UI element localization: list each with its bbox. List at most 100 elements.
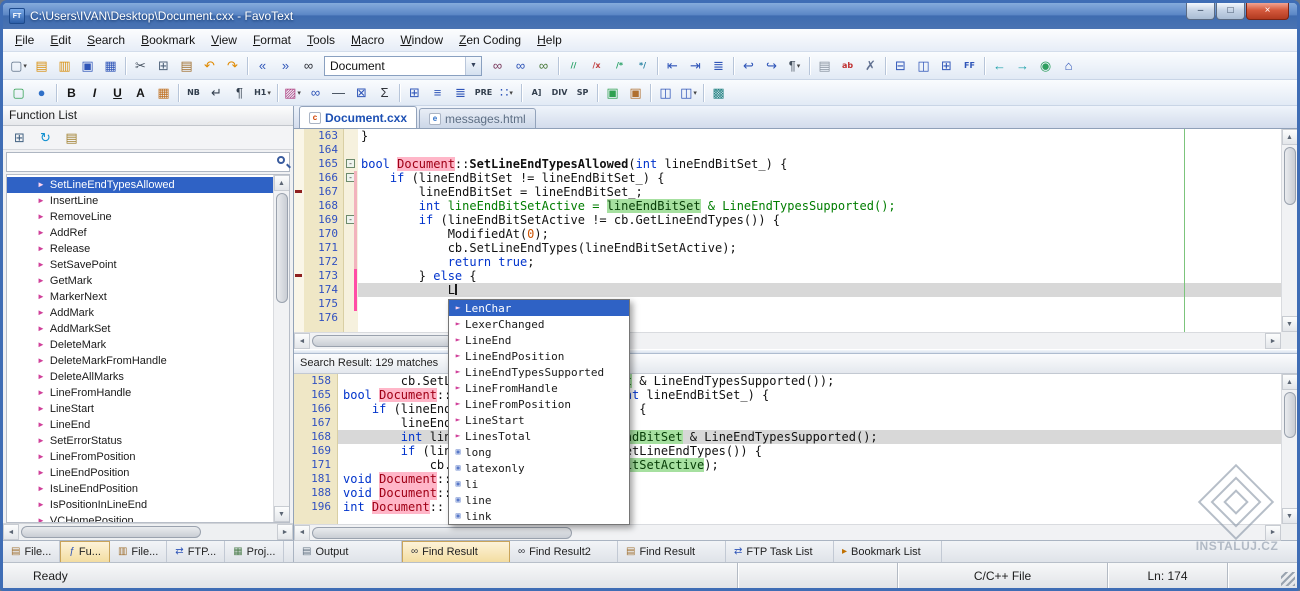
spell-check-icon[interactable]: ab [836,55,859,77]
navigate-back-icon[interactable]: ← [988,55,1011,77]
prev-document-icon[interactable]: « [251,55,274,77]
search-result-row[interactable]: 168 int lineEndBitSetActive = lineEndBit… [294,430,1281,444]
scroll-left-icon[interactable]: ◄ [294,333,310,349]
function-list-hscrollbar[interactable]: ◄ ► [3,523,293,540]
code-text[interactable]: bool Document::SetLineEndTypesAllowed(in… [358,157,1281,171]
menu-help[interactable]: Help [529,30,570,50]
scrollbar-thumb[interactable] [276,193,288,303]
marker-margin[interactable] [294,199,304,213]
marker-margin[interactable] [294,311,304,325]
output-tab-output[interactable]: ▤Output [294,541,402,562]
code-text[interactable]: } [358,129,1281,143]
dropdown-arrow-icon[interactable]: ▾ [267,89,271,97]
scroll-up-icon[interactable]: ▲ [1282,374,1298,390]
autocomplete-item[interactable]: ►LineFromPosition [449,396,629,412]
minimize-button[interactable]: – [1186,3,1215,20]
output-tab-find-result2[interactable]: ∞Find Result2 [510,541,618,562]
output-tab-find-result[interactable]: ▤Find Result [618,541,726,562]
preformatted-icon[interactable]: PRE [472,82,495,104]
panel-tab-file-[interactable]: ▥File... [110,541,167,562]
autocomplete-item[interactable]: ►LineEndTypesSupported [449,364,629,380]
fold-margin[interactable] [344,185,358,199]
stream-comment-icon[interactable]: */ [631,55,654,77]
browser-preview-icon[interactable]: ● [30,82,53,104]
settings-tools-icon[interactable]: ✗ [859,55,882,77]
format-lines-icon[interactable]: ≣ [707,55,730,77]
line-number[interactable]: 174 [304,283,344,297]
function-list-item[interactable]: ►SetSavePoint [7,257,273,273]
scroll-right-icon[interactable]: ► [277,524,293,540]
function-list-item[interactable]: ►SetErrorStatus [7,433,273,449]
function-list-item[interactable]: ►VCHomePosition [7,513,273,522]
output-tab-ftp-task-list[interactable]: ⇄FTP Task List [726,541,834,562]
menu-edit[interactable]: Edit [42,30,79,50]
navigate-forward-icon[interactable]: → [1011,55,1034,77]
dropdown-arrow-icon[interactable]: ▾ [693,89,697,97]
bold-icon[interactable]: B [60,82,83,104]
align-center-icon[interactable]: ≡ [426,82,449,104]
dropdown-arrow-icon[interactable]: ▾ [797,62,801,70]
editor-body[interactable]: 163}164165-bool Document::SetLineEndType… [294,129,1281,332]
find-previous-icon[interactable]: ∞ [532,55,555,77]
autocomplete-item[interactable]: ▣long [449,444,629,460]
marker-margin[interactable] [294,227,304,241]
div-tag-icon[interactable]: DIV [548,82,571,104]
line-number[interactable]: 170 [304,227,344,241]
maximize-button[interactable]: □ [1216,3,1245,20]
function-list-item[interactable]: ►InsertLine [7,193,273,209]
insert-list-icon[interactable]: ∷▾ [495,82,518,104]
code-text[interactable]: ModifiedAt(0); [358,227,1281,241]
marker-margin[interactable] [294,269,304,283]
full-screen-icon[interactable]: FF [958,55,981,77]
split-vertical-icon[interactable]: ◫ [912,55,935,77]
fold-margin[interactable] [344,283,358,297]
cut-icon[interactable]: ✂ [129,55,152,77]
open-folder-icon[interactable]: ▥ [53,55,76,77]
insert-photo-icon[interactable]: ▣ [624,82,647,104]
function-filter-input[interactable] [6,152,290,172]
close-button[interactable]: × [1246,3,1289,20]
fold-collapse-icon[interactable]: - [346,159,355,168]
autocomplete-item[interactable]: ►LenChar [449,300,629,316]
marker-margin[interactable] [294,143,304,157]
marker-margin[interactable] [294,297,304,311]
find-in-files-icon[interactable]: ∞ [486,55,509,77]
scroll-right-icon[interactable]: ► [1265,525,1281,541]
record-macro-icon[interactable]: ◉ [1034,55,1057,77]
scroll-down-icon[interactable]: ▼ [1282,508,1298,524]
line-number[interactable]: 167 [304,185,344,199]
refresh-icon[interactable]: ↻ [34,127,57,149]
search-result-row[interactable]: 158 cb.SetLineEndTypes(lineEndBitSet & L… [294,374,1281,388]
menu-macro[interactable]: Macro [343,30,392,50]
align-justify-icon[interactable]: ≣ [449,82,472,104]
font-color-icon[interactable]: A [129,82,152,104]
code-text[interactable]: L [358,283,1281,297]
line-number[interactable]: 172 [304,255,344,269]
scroll-left-icon[interactable]: ◄ [3,524,19,540]
properties-icon[interactable]: ▤ [60,127,83,149]
function-list-item[interactable]: ►MarkerNext [7,289,273,305]
panel-tab-file-[interactable]: ▤File... [3,541,60,562]
search-result-row[interactable]: 196int Document:: [294,500,1281,514]
new-file-icon[interactable]: ▢▾ [7,55,30,77]
code-text[interactable]: if (lineEndBitSetActive != cb.GetLineEnd… [358,213,1281,227]
search-result-row[interactable]: 188void Document:: [294,486,1281,500]
search-result-row[interactable]: 169 if (lineEndBitSetActive != cb.GetLin… [294,444,1281,458]
code-text[interactable] [358,143,1281,157]
autocomplete-item[interactable]: ►LineStart [449,412,629,428]
results-hscrollbar[interactable]: ◄ ► [294,524,1281,540]
line-number[interactable]: 166 [304,171,344,185]
menu-zen-coding[interactable]: Zen Coding [451,30,529,50]
output-tab-bookmark-list[interactable]: ▸Bookmark List [834,541,942,562]
marker-margin[interactable] [294,185,304,199]
function-list-item[interactable]: ►IsLineEndPosition [7,481,273,497]
dropdown-arrow-icon[interactable]: ▾ [23,62,27,70]
autocomplete-item[interactable]: ►LineEndPosition [449,348,629,364]
fold-margin[interactable] [344,269,358,283]
marker-margin[interactable] [294,157,304,171]
home-icon[interactable]: ⌂ [1057,55,1080,77]
search-result-row[interactable]: 165bool Document::SetLineEndTypesAllowed… [294,388,1281,402]
frame-options-icon[interactable]: ◫▾ [677,82,700,104]
function-list-item[interactable]: ►Release [7,241,273,257]
menu-bookmark[interactable]: Bookmark [133,30,203,50]
